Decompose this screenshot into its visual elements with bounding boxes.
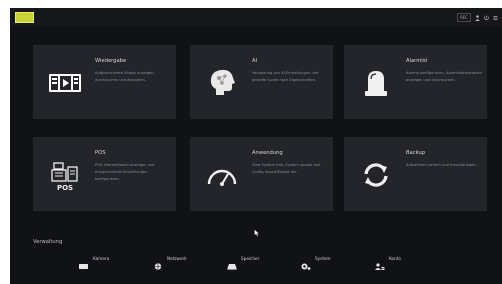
nav-network[interactable]: Netzwerk [153,254,187,270]
system-icon [301,255,311,270]
card-description: Verwaltung von AI-Einstellungen und gezi… [252,71,319,82]
account-icon [375,255,385,270]
card-title: Wiedergabe [95,58,127,64]
card-title: Anwendung [252,150,283,156]
record-status-badge[interactable]: REC [457,13,471,22]
nav-account[interactable]: Konto [375,254,401,270]
nav-storage[interactable]: Speicher [227,254,260,270]
card-backup[interactable]: Backup Aufnahmen sichern und herunterlad… [344,137,487,211]
card-title: POS [95,150,106,156]
nav-camera-label: Kamera [93,256,110,261]
power-icon[interactable] [484,15,489,21]
card-title: AI [252,58,258,64]
storage-icon [227,255,237,270]
svg-text:POS: POS [57,184,73,192]
backup-icon [358,157,394,193]
card-description: Aufgezeichnete Videos anzeigen, durchsuc… [95,71,155,82]
nvr-main-menu: REC Wiedergabe Aufgezeichnete Videos anz… [10,8,502,284]
menu-icon[interactable] [493,15,498,21]
nav-network-label: Netzwerk [167,256,187,261]
card-ai[interactable]: AI Verwaltung von AI-Einstellungen und g… [190,45,333,119]
nav-system[interactable]: System [301,254,331,270]
nav-system-label: System [315,256,331,261]
card-description: POS-Informationen anzeigen und entsprech… [95,163,155,181]
network-icon [153,255,163,270]
gauge-icon [204,157,240,193]
ai-head-icon [204,65,240,101]
mouse-cursor-icon [254,222,261,237]
card-alarm[interactable]: Alarmlst Alarme konfigurieren, Alarminfo… [344,45,487,119]
brand-logo [15,12,34,23]
nav-storage-label: Speicher [241,256,260,261]
camera-icon [79,255,89,269]
nav-account-label: Konto [389,256,401,261]
top-right-controls: REC [457,13,498,22]
card-description: Aufnahmen sichern und herunterladen. [406,163,477,167]
card-description: Alarme konfigurieren, Alarminformationen… [406,71,482,82]
pos-icon: POS [47,157,83,193]
card-title: Backup [406,150,426,156]
card-description: View System Info, System update and Conf… [252,163,321,174]
top-bar: REC [10,8,502,26]
card-title: Alarmlst [406,58,428,64]
management-section-label: Verwaltung [33,239,63,245]
user-icon[interactable] [475,14,480,21]
card-pos[interactable]: POS POS POS-Informationen anzeigen und e… [33,137,176,211]
alarm-light-icon [358,65,394,101]
card-playback[interactable]: Wiedergabe Aufgezeichnete Videos anzeige… [33,45,176,119]
playback-icon [47,65,83,101]
card-application[interactable]: Anwendung View System Info, System updat… [190,137,333,211]
nav-camera[interactable]: Kamera [79,254,110,269]
